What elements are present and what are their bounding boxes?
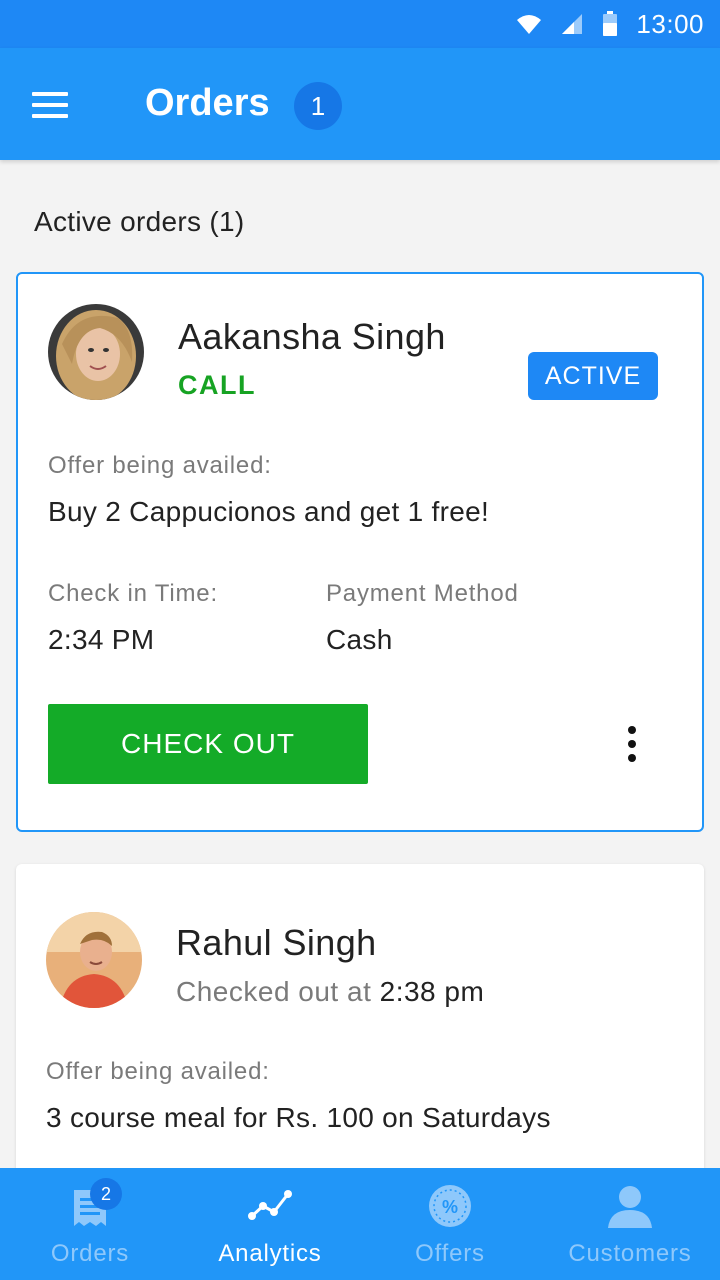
more-options-icon[interactable] xyxy=(618,726,646,762)
customer-name: Rahul Singh xyxy=(176,922,377,963)
bottom-navigation: 2 Orders Analytics % Offers Customers xyxy=(0,1168,720,1280)
status-bar: 13:00 xyxy=(0,0,720,48)
checked-out-time: 2:38 pm xyxy=(379,976,485,1007)
payment-method: Cash xyxy=(326,624,393,655)
svg-text:%: % xyxy=(442,1197,458,1217)
avatar xyxy=(48,304,144,400)
customer-name: Aakansha Singh xyxy=(178,316,446,357)
nav-offers-label: Offers xyxy=(415,1240,485,1267)
nav-customers[interactable]: Customers xyxy=(540,1168,720,1280)
nav-customers-label: Customers xyxy=(568,1240,692,1267)
active-orders-heading: Active orders (1) xyxy=(34,206,245,237)
hamburger-icon[interactable] xyxy=(32,92,68,118)
offer-label: Offer being availed: xyxy=(46,1058,270,1085)
nav-orders-label: Orders xyxy=(50,1240,130,1267)
offer-percent-icon: % xyxy=(429,1185,471,1227)
page-title: Orders xyxy=(145,82,270,124)
checkin-label: Check in Time: xyxy=(48,580,218,607)
checkout-button[interactable]: CHECK OUT xyxy=(48,704,368,784)
nav-orders-badge: 2 xyxy=(90,1178,122,1210)
offer-text: Buy 2 Cappucionos and get 1 free! xyxy=(48,496,490,527)
clock: 13:00 xyxy=(636,8,704,39)
battery-icon xyxy=(603,11,618,36)
call-link[interactable]: CALL xyxy=(178,370,256,401)
offer-text: 3 course meal for Rs. 100 on Saturdays xyxy=(46,1102,551,1133)
app-bar: Orders 1 xyxy=(0,48,720,160)
checked-out-prefix: Checked out at xyxy=(176,976,372,1007)
offer-label: Offer being availed: xyxy=(48,452,272,479)
payment-label: Payment Method xyxy=(326,580,519,607)
avatar xyxy=(46,912,142,1008)
nav-analytics[interactable]: Analytics xyxy=(180,1168,360,1280)
checkin-time: 2:34 PM xyxy=(48,624,155,655)
signal-icon xyxy=(562,14,583,34)
nav-offers[interactable]: % Offers xyxy=(360,1168,540,1280)
customer-icon xyxy=(608,1186,652,1228)
checked-out-status: Checked out at 2:38 pm xyxy=(176,976,484,1008)
analytics-icon xyxy=(248,1190,292,1220)
order-card-active[interactable]: Aakansha Singh CALL ACTIVE Offer being a… xyxy=(16,272,704,832)
nav-orders[interactable]: 2 Orders xyxy=(0,1168,180,1280)
status-badge: ACTIVE xyxy=(528,352,658,400)
nav-analytics-label: Analytics xyxy=(218,1240,322,1267)
orders-count-badge: 1 xyxy=(294,82,342,130)
wifi-icon xyxy=(517,15,542,34)
